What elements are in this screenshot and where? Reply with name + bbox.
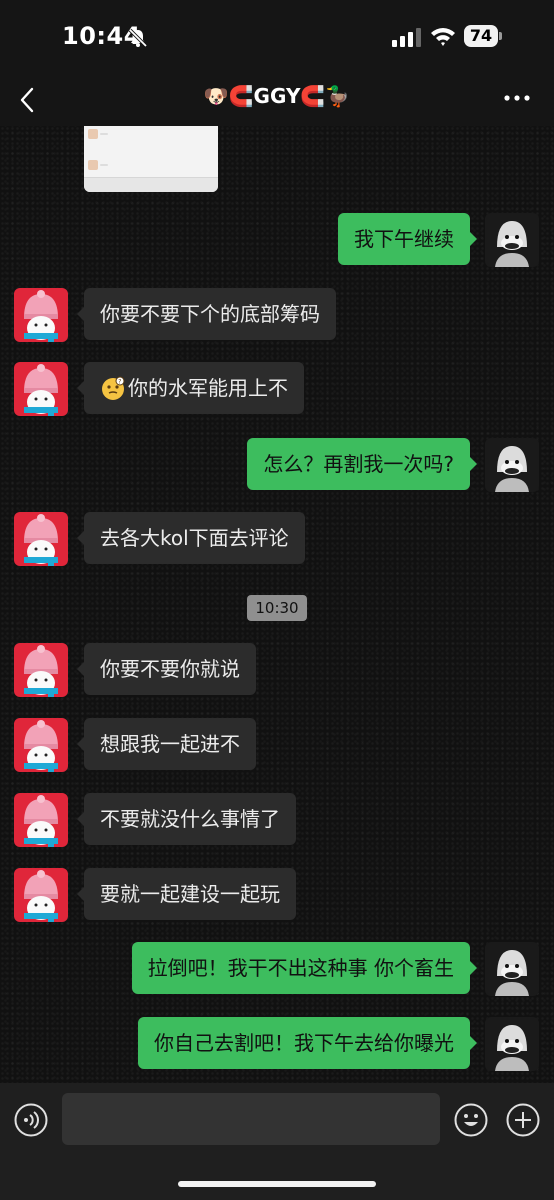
plus-icon[interactable] (506, 1103, 540, 1137)
avatar[interactable] (14, 512, 68, 566)
image-message[interactable] (84, 126, 218, 192)
avatar[interactable] (14, 868, 68, 922)
incoming-message[interactable]: 不要就没什么事情了 (77, 793, 296, 845)
avatar[interactable] (14, 362, 68, 416)
wifi-icon (431, 28, 455, 46)
avatar[interactable] (485, 942, 539, 996)
incoming-message[interactable]: 你要不要下个的底部筹码 (77, 288, 336, 340)
battery-icon: 74 (464, 25, 502, 47)
chat-title[interactable]: 🐶🧲GGY🧲🦆 (0, 84, 554, 108)
outgoing-message[interactable]: 你自己去割吧！我下午去给你曝光 (138, 1017, 477, 1069)
avatar[interactable] (14, 288, 68, 342)
message-text: 你的水军能用上不 (128, 376, 288, 400)
incoming-message[interactable]: ? 你的水军能用上不 (77, 362, 304, 414)
avatar[interactable] (14, 793, 68, 847)
incoming-message[interactable]: 要就一起建设一起玩 (77, 868, 296, 920)
outgoing-message[interactable]: 怎么？再割我一次吗? (247, 438, 477, 490)
more-icon[interactable] (502, 90, 532, 106)
thinking-emoji: ? (102, 376, 125, 400)
avatar[interactable] (14, 718, 68, 772)
incoming-message[interactable]: 去各大kol下面去评论 (77, 512, 305, 564)
message-input[interactable] (62, 1093, 440, 1145)
timestamp: 10:30 (247, 595, 307, 621)
avatar[interactable] (485, 1017, 539, 1071)
chat-header: 🐶🧲GGY🧲🦆 (0, 76, 554, 126)
home-indicator (178, 1181, 376, 1187)
input-bar (0, 1083, 554, 1200)
battery-level: 74 (464, 25, 498, 47)
voice-icon[interactable] (14, 1103, 48, 1137)
outgoing-message[interactable]: 拉倒吧！我干不出这种事 你个畜生 (131, 942, 478, 994)
incoming-message[interactable]: 你要不要你就说 (77, 643, 256, 695)
mute-bell-icon (128, 28, 148, 48)
avatar[interactable] (485, 213, 539, 267)
cellular-signal-icon (392, 28, 421, 47)
message-list[interactable]: 我下午继续 你要不要下个的底部筹码 ? 你的水军能用上不 怎么？再割我一次吗? … (0, 126, 554, 1083)
outgoing-message[interactable]: 我下午继续 (338, 213, 477, 265)
svg-text:?: ? (118, 378, 121, 385)
emoji-icon[interactable] (454, 1103, 488, 1137)
status-bar: 10:44 74 (0, 0, 554, 76)
incoming-message[interactable]: 想跟我一起进不 (77, 718, 256, 770)
avatar[interactable] (485, 438, 539, 492)
avatar[interactable] (14, 643, 68, 697)
